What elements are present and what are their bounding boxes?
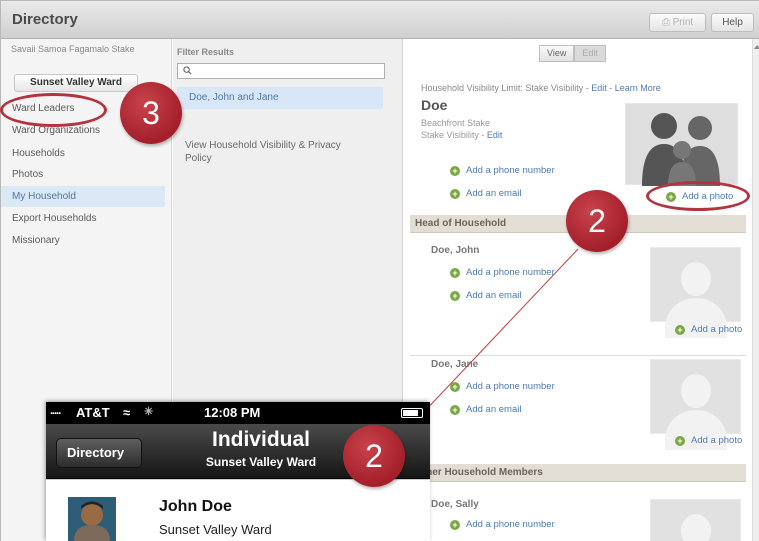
status-bar: ..... AT&T ≈ ✳ 12:08 PM (46, 402, 430, 424)
wifi-icon: ≈ (123, 405, 131, 420)
callout-badge-2-phone: 2 (343, 425, 405, 487)
back-button[interactable]: Directory (56, 438, 142, 468)
battery-icon (401, 408, 423, 418)
person-name-label: John Doe (159, 498, 232, 515)
callout-badge-2: 2 (566, 190, 628, 252)
person-photo (68, 497, 116, 541)
clock-label: 12:08 PM (204, 405, 261, 420)
carrier-label: AT&T (76, 405, 110, 420)
loading-spinner-icon: ✳ (144, 406, 154, 418)
signal-icon: ..... (50, 405, 61, 417)
nav-subtitle: Sunset Valley Ward (205, 455, 317, 469)
person-ward-label: Sunset Valley Ward (159, 522, 272, 537)
callout-badge-3: 3 (120, 82, 182, 144)
nav-title: Individual (211, 428, 310, 451)
